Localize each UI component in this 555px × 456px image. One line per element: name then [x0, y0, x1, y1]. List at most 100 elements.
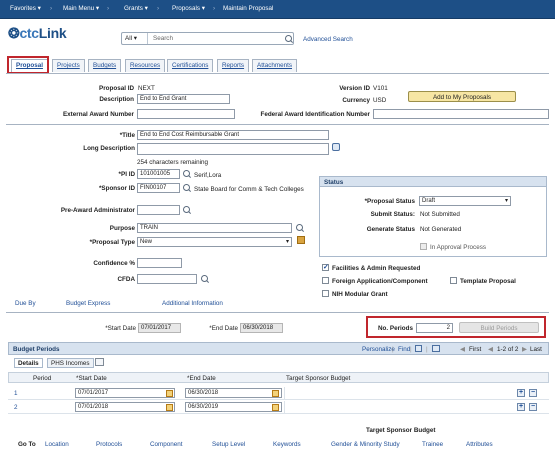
search-scope-dropdown[interactable]: All ▾ — [122, 33, 148, 44]
go-to-label: Go To — [18, 441, 36, 448]
pi-id-input[interactable]: 101001005 — [137, 169, 180, 179]
first-arrow-icon[interactable]: ◀ — [460, 346, 465, 353]
row-start-date-input[interactable]: 07/01/2017 — [75, 388, 175, 398]
global-search[interactable]: All ▾ Search — [121, 32, 294, 45]
logo-text-link: Link — [38, 25, 67, 41]
confidence-label: Confidence % — [93, 260, 135, 267]
foreign-application-checkbox[interactable] — [322, 277, 329, 284]
proposal-type-select[interactable]: New ▾ — [137, 237, 292, 247]
additional-information-link[interactable]: Additional Information — [162, 300, 223, 307]
pi-id-label: *PI ID — [118, 171, 135, 178]
pre-award-lookup-icon[interactable] — [183, 206, 190, 213]
grid-separator: | — [426, 346, 428, 353]
sponsor-name: State Board for Comm & Tech Colleges — [194, 186, 304, 193]
end-date-value: 06/30/2018 — [240, 323, 283, 333]
tab-phs-incomes[interactable]: PHS Incomes — [47, 358, 94, 368]
calendar-icon[interactable] — [272, 390, 279, 397]
row-period[interactable]: 2 — [14, 404, 18, 411]
fain-input[interactable] — [373, 109, 549, 119]
external-award-input[interactable] — [137, 109, 235, 119]
delete-row-button[interactable]: − — [529, 403, 537, 411]
cfda-input[interactable] — [137, 274, 197, 284]
tab-attachments[interactable]: Attachments — [252, 59, 297, 72]
go-to-keywords-link[interactable]: Keywords — [273, 441, 301, 448]
column-divider — [284, 387, 285, 400]
nav-separator: › — [157, 5, 160, 12]
breadcrumb-proposals[interactable]: Proposals ▾ — [172, 5, 205, 12]
row-start-date-input[interactable]: 07/01/2018 — [75, 402, 175, 412]
tab-budgets[interactable]: Budgets — [88, 59, 122, 72]
personalize-link[interactable]: Personalize — [362, 346, 395, 353]
proposal-type-detail-icon[interactable] — [297, 236, 305, 244]
breadcrumb-grants[interactable]: Grants ▾ — [124, 5, 148, 12]
tab-projects[interactable]: Projects — [52, 59, 85, 72]
facilities-admin-checkbox[interactable] — [322, 263, 329, 271]
col-target-sponsor-budget: Target Sponsor Budget — [286, 375, 351, 382]
tab-details[interactable]: Details — [14, 358, 43, 368]
row-end-date-input[interactable]: 06/30/2019 — [185, 402, 282, 412]
find-link[interactable]: Find — [398, 346, 410, 353]
last-link[interactable]: Last — [530, 346, 542, 353]
download-grid-icon[interactable] — [432, 345, 440, 352]
approval-process-checkbox — [420, 243, 427, 250]
template-proposal-checkbox[interactable] — [450, 277, 457, 284]
purpose-input[interactable]: TRAIN — [137, 223, 292, 233]
go-to-location-link[interactable]: Location — [45, 441, 69, 448]
go-to-component-link[interactable]: Component — [150, 441, 183, 448]
description-label: Description — [99, 96, 134, 103]
budget-grid-header: Period *Start Date *End Date Target Spon… — [8, 372, 549, 383]
budget-express-link[interactable]: Budget Express — [66, 300, 110, 307]
fain-label: Federal Award Identification Number — [260, 111, 370, 118]
go-to-setup-level-link[interactable]: Setup Level — [212, 441, 245, 448]
first-link[interactable]: First — [469, 346, 481, 353]
row-end-date-input[interactable]: 06/30/2018 — [185, 388, 282, 398]
submit-status-label: Submit Status: — [370, 211, 415, 218]
proposal-id-value: NEXT — [138, 85, 155, 92]
pre-award-admin-input[interactable] — [137, 205, 180, 215]
facilities-admin-label: Facilities & Admin Requested — [332, 265, 421, 272]
nih-modular-checkbox[interactable] — [322, 290, 329, 297]
calendar-icon[interactable] — [166, 404, 173, 411]
go-to-protocols-link[interactable]: Protocols — [96, 441, 122, 448]
search-icon[interactable] — [285, 35, 292, 42]
approval-process-label: In Approval Process — [430, 244, 487, 251]
favorites-menu[interactable]: Favorites ▾ — [10, 5, 41, 12]
sponsor-lookup-icon[interactable] — [183, 184, 190, 191]
search-input[interactable]: Search — [153, 35, 173, 42]
expand-text-icon[interactable] — [332, 143, 340, 151]
submit-status-value: Not Submitted — [420, 211, 460, 218]
table-row: 2 07/01/2018 06/30/2019 + − — [8, 401, 549, 414]
add-row-button[interactable]: + — [517, 389, 525, 397]
tab-resources[interactable]: Resources — [125, 59, 166, 72]
pi-lookup-icon[interactable] — [183, 170, 190, 177]
go-to-attributes-link[interactable]: Attributes — [466, 441, 493, 448]
delete-row-button[interactable]: − — [529, 389, 537, 397]
previous-arrow-icon[interactable]: ◀ — [488, 346, 493, 353]
title-input[interactable]: End to End Cost Reimbursable Grant — [137, 130, 329, 140]
main-menu[interactable]: Main Menu ▾ — [63, 5, 99, 12]
calendar-icon[interactable] — [272, 404, 279, 411]
tab-certifications[interactable]: Certifications — [167, 59, 214, 72]
sponsor-id-input[interactable]: FIN00107 — [137, 183, 180, 193]
tab-reports[interactable]: Reports — [217, 59, 250, 72]
row-period[interactable]: 1 — [14, 390, 18, 397]
proposal-status-select[interactable]: Draft ▾ — [419, 196, 511, 206]
calendar-icon[interactable] — [166, 390, 173, 397]
long-description-input[interactable] — [137, 143, 329, 155]
nav-separator: › — [50, 5, 53, 12]
pi-name: Serif,Lora — [194, 172, 222, 179]
proposal-status-value: Draft — [422, 198, 436, 204]
description-input[interactable]: End to End Grant — [137, 94, 230, 104]
go-to-trainee-link[interactable]: Trainee — [422, 441, 443, 448]
due-by-link[interactable]: Due By — [15, 300, 36, 307]
add-to-my-proposals-button[interactable]: Add to My Proposals — [408, 91, 516, 102]
purpose-lookup-icon[interactable] — [296, 224, 303, 231]
advanced-search-link[interactable]: Advanced Search — [303, 36, 353, 43]
go-to-gender-minority-link[interactable]: Gender & Minority Study — [331, 441, 400, 448]
view-all-icon[interactable] — [415, 345, 422, 352]
add-row-button[interactable]: + — [517, 403, 525, 411]
show-all-columns-icon[interactable] — [95, 358, 104, 366]
cfda-lookup-icon[interactable] — [201, 275, 208, 282]
next-arrow-icon[interactable]: ▶ — [522, 346, 527, 353]
confidence-input[interactable] — [137, 258, 182, 268]
